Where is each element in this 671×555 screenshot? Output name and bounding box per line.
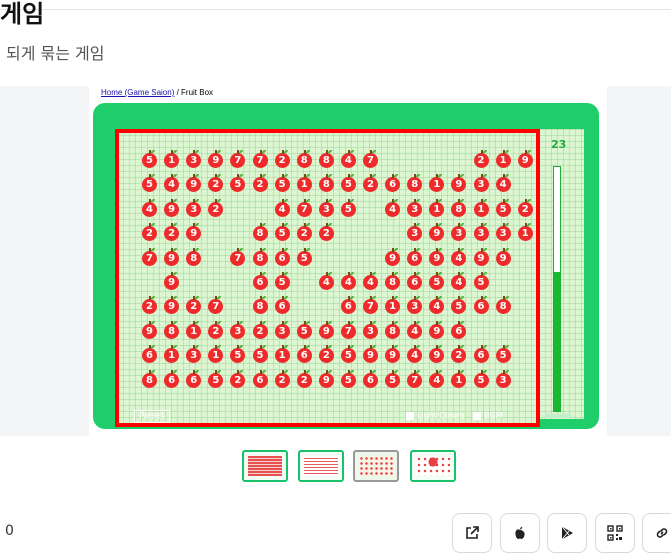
page-title: 게임	[0, 0, 45, 28]
thumbnail-2-image	[304, 456, 338, 476]
apple-icon	[515, 526, 525, 539]
open-external-button[interactable]	[452, 513, 492, 553]
app-store-button[interactable]	[500, 513, 540, 553]
thumbnail-1[interactable]	[242, 450, 288, 482]
selection-box	[115, 129, 540, 427]
thumbnail-4-image	[416, 456, 450, 476]
thumbnail-2[interactable]	[298, 450, 344, 482]
count-label: 0	[5, 523, 14, 539]
breadcrumb-current: Fruit Box	[181, 88, 214, 97]
thumbnail-3[interactable]	[353, 450, 399, 482]
page-subtitle: 되게 묶는 게임	[6, 44, 105, 63]
link-icon	[656, 528, 668, 538]
breadcrumb-home-link[interactable]: Home (Game Saion)	[101, 88, 174, 97]
header-divider	[0, 9, 671, 10]
qr-code-icon	[607, 525, 623, 541]
google-play-button[interactable]	[547, 513, 587, 553]
external-link-icon	[466, 526, 479, 539]
timer-bar	[553, 166, 561, 412]
thumbnail-1-image	[248, 456, 282, 476]
copy-link-button[interactable]	[642, 513, 671, 553]
thumbnail-4[interactable]	[410, 450, 456, 482]
breadcrumb: Home (Game Saion) / Fruit Box	[101, 88, 213, 97]
qr-code-button[interactable]	[595, 513, 635, 553]
score-value: 23	[551, 138, 567, 151]
play-store-icon	[561, 526, 573, 540]
timer-fill	[554, 271, 560, 411]
thumbnail-3-image	[359, 456, 393, 476]
score-panel	[539, 129, 584, 419]
volume-slider[interactable]	[545, 414, 571, 418]
